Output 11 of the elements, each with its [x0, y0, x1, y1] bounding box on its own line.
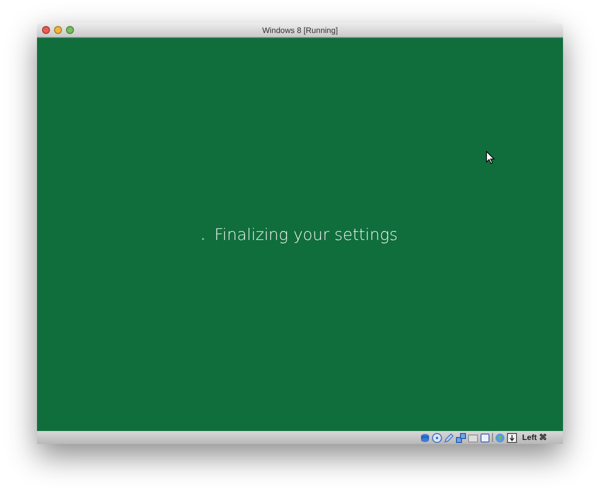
- zoom-button[interactable]: [66, 26, 74, 34]
- mouse-pointer-icon: [486, 151, 495, 164]
- network-icon[interactable]: [456, 432, 466, 442]
- window-title: Windows 8 [Running]: [262, 26, 338, 34]
- setup-message: Finalizing your settings: [214, 225, 398, 244]
- down-arrow-icon[interactable]: [507, 432, 518, 442]
- optical-disc-icon[interactable]: [432, 432, 442, 442]
- close-button[interactable]: [42, 26, 50, 34]
- host-key-label: Left ⌘: [522, 433, 547, 442]
- minimize-button[interactable]: [54, 26, 62, 34]
- display-icon[interactable]: [480, 432, 490, 442]
